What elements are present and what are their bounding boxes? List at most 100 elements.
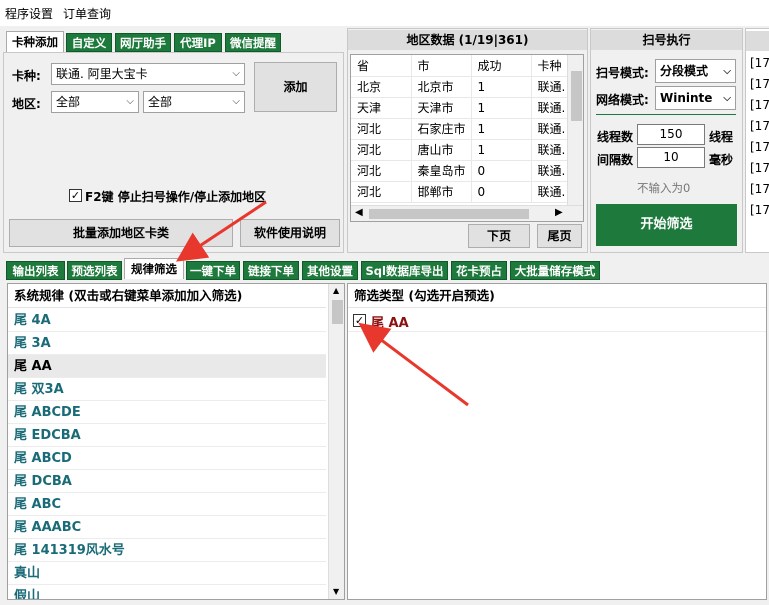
region-data-title: 地区数据 (1/19|361) xyxy=(348,30,587,50)
table-cell: 0 xyxy=(471,160,532,182)
list-item[interactable]: 尾 ABCDE xyxy=(8,401,326,424)
start-filter-button[interactable]: 开始筛选 xyxy=(596,204,737,246)
table-row[interactable]: 河北 唐山市 1 联通. xyxy=(351,139,570,161)
table-row[interactable]: 河北 秦皇岛市 0 联通. xyxy=(351,160,570,182)
filter-item[interactable]: ✓ 尾 AA xyxy=(348,309,766,332)
list-item[interactable]: 尾 ABCD xyxy=(8,447,326,470)
list-item[interactable]: 尾 ABC xyxy=(8,493,326,516)
region-province-select[interactable]: 全部 ⌵ xyxy=(51,91,139,113)
table-header-row: 省 市 成功 卡种 xyxy=(351,55,570,77)
tab-output-list[interactable]: 输出列表 xyxy=(6,261,65,280)
tab-card-add[interactable]: 卡种添加 xyxy=(6,31,64,52)
list-item[interactable]: 尾 双3A xyxy=(8,378,326,401)
filter-item-label: 尾 AA xyxy=(371,316,409,331)
filter-item-checkbox[interactable]: ✓ xyxy=(353,314,366,327)
scrollbar-thumb[interactable] xyxy=(369,209,529,219)
list-item[interactable]: 真山 xyxy=(8,562,326,585)
region-city-select[interactable]: 全部 ⌵ xyxy=(143,91,245,113)
table-row[interactable]: 河北 石家庄市 1 联通. xyxy=(351,118,570,140)
rules-vertical-scrollbar[interactable]: ▲ ▼ xyxy=(328,284,344,599)
scrollbar-thumb[interactable] xyxy=(332,300,343,324)
scroll-right-icon[interactable]: ▶ xyxy=(555,207,563,218)
f2-stop-label: F2键 停止扫号操作/停止添加地区 xyxy=(85,190,267,204)
batch-add-button[interactable]: 批量添加地区卡类 xyxy=(9,219,233,247)
threads-input[interactable]: 150 xyxy=(637,124,705,145)
table-cell: 1 xyxy=(471,139,532,161)
table-cell: 联通. xyxy=(531,139,570,161)
table-cell: 1 xyxy=(471,97,532,119)
list-item[interactable]: 尾 141319风水号 xyxy=(8,539,326,562)
scrollbar-thumb[interactable] xyxy=(571,71,582,121)
network-mode-value: Wininte xyxy=(660,91,713,105)
table-cell: 1 xyxy=(471,76,532,98)
chevron-down-icon: ⌵ xyxy=(723,93,731,104)
tab-other-settings[interactable]: 其他设置 xyxy=(302,261,358,280)
table-cell: 联通. xyxy=(531,97,570,119)
table-horizontal-scrollbar[interactable]: ◀ ▶ xyxy=(351,205,583,221)
table-cell: 北京市 xyxy=(411,76,472,98)
threads-label: 线程数 xyxy=(597,130,634,144)
list-item[interactable]: 尾 3A xyxy=(8,332,326,355)
table-row[interactable]: 天津 天津市 1 联通. xyxy=(351,97,570,119)
log-line: [17 xyxy=(750,77,769,91)
list-item[interactable]: 尾 AA xyxy=(8,355,326,378)
card-type-select[interactable]: 联通. 阿里大宝卡 ⌵ xyxy=(51,63,245,85)
next-page-button[interactable]: 下页 xyxy=(468,224,530,248)
menu-order-query[interactable]: 订单查询 xyxy=(58,0,116,22)
table-cell: 联通. xyxy=(531,181,570,203)
list-item[interactable]: 尾 EDCBA xyxy=(8,424,326,447)
log-line: [17 xyxy=(750,161,769,175)
table-row[interactable]: 北京 北京市 1 联通. xyxy=(351,76,570,98)
add-button[interactable]: 添加 xyxy=(254,62,337,112)
list-item[interactable]: 尾 DCBA xyxy=(8,470,326,493)
tab-bulk-storage[interactable]: 大批量储存模式 xyxy=(510,261,600,280)
menu-bar: 程序设置 订单查询 xyxy=(0,0,769,26)
system-rules-header: 系统规律 (双击或右键菜单添加加入筛选) xyxy=(8,284,326,308)
tab-sql-export[interactable]: Sql数据库导出 xyxy=(361,261,448,280)
filter-type-list: 筛选类型 (勾选开启预选) ✓ 尾 AA xyxy=(347,283,767,600)
table-cell: 河北 xyxy=(351,139,412,161)
scroll-down-icon[interactable]: ▼ xyxy=(333,587,339,596)
tab-one-click-order[interactable]: 一键下单 xyxy=(186,261,240,280)
tab-link-order[interactable]: 链接下单 xyxy=(243,261,299,280)
scroll-left-icon[interactable]: ◀ xyxy=(355,207,363,218)
tab-proxy-ip[interactable]: 代理IP xyxy=(174,33,222,52)
list-item[interactable]: 尾 AAABC xyxy=(8,516,326,539)
log-line: [17 xyxy=(750,140,769,154)
column-header[interactable]: 市 xyxy=(411,55,472,77)
f2-stop-checkbox[interactable]: ✓ xyxy=(69,189,82,202)
table-cell: 联通. xyxy=(531,118,570,140)
log-line: [17 xyxy=(750,182,769,196)
tab-hall-assistant[interactable]: 网厅助手 xyxy=(115,33,171,52)
column-header[interactable]: 省 xyxy=(351,55,412,77)
scroll-up-icon[interactable]: ▲ xyxy=(333,286,339,295)
tab-rule-filter[interactable]: 规律筛选 xyxy=(124,258,184,279)
menu-program-settings[interactable]: 程序设置 xyxy=(0,0,58,22)
last-page-button[interactable]: 尾页 xyxy=(537,224,582,248)
region-province-value: 全部 xyxy=(56,95,81,109)
tab-wechat-alert[interactable]: 微信提醒 xyxy=(225,33,281,52)
column-header[interactable]: 卡种 xyxy=(531,55,570,77)
interval-label: 间隔数 xyxy=(597,153,634,167)
table-cell: 北京 xyxy=(351,76,412,98)
table-cell: 唐山市 xyxy=(411,139,472,161)
chevron-down-icon: ⌵ xyxy=(232,68,240,79)
list-item[interactable]: 假山 xyxy=(8,585,326,599)
tab-custom[interactable]: 自定义 xyxy=(66,33,112,52)
table-cell: 天津 xyxy=(351,97,412,119)
scan-mode-value: 分段模式 xyxy=(660,64,709,78)
tab-preselect-list[interactable]: 预选列表 xyxy=(67,261,122,280)
table-vertical-scrollbar[interactable] xyxy=(567,55,583,205)
column-header[interactable]: 成功 xyxy=(471,55,532,77)
table-cell: 石家庄市 xyxy=(411,118,472,140)
chevron-down-icon: ⌵ xyxy=(723,66,731,77)
interval-input[interactable]: 10 xyxy=(637,147,705,168)
tab-flower-card[interactable]: 花卡预占 xyxy=(451,261,507,280)
list-item[interactable]: 尾 4A xyxy=(8,309,326,332)
table-cell: 联通. xyxy=(531,76,570,98)
scan-mode-select[interactable]: 分段模式 ⌵ xyxy=(655,59,736,83)
manual-button[interactable]: 软件使用说明 xyxy=(240,219,340,247)
network-mode-select[interactable]: Wininte ⌵ xyxy=(655,86,736,110)
scan-exec-title: 扫号执行 xyxy=(591,30,742,50)
table-row[interactable]: 河北 邯郸市 0 联通. xyxy=(351,181,570,203)
